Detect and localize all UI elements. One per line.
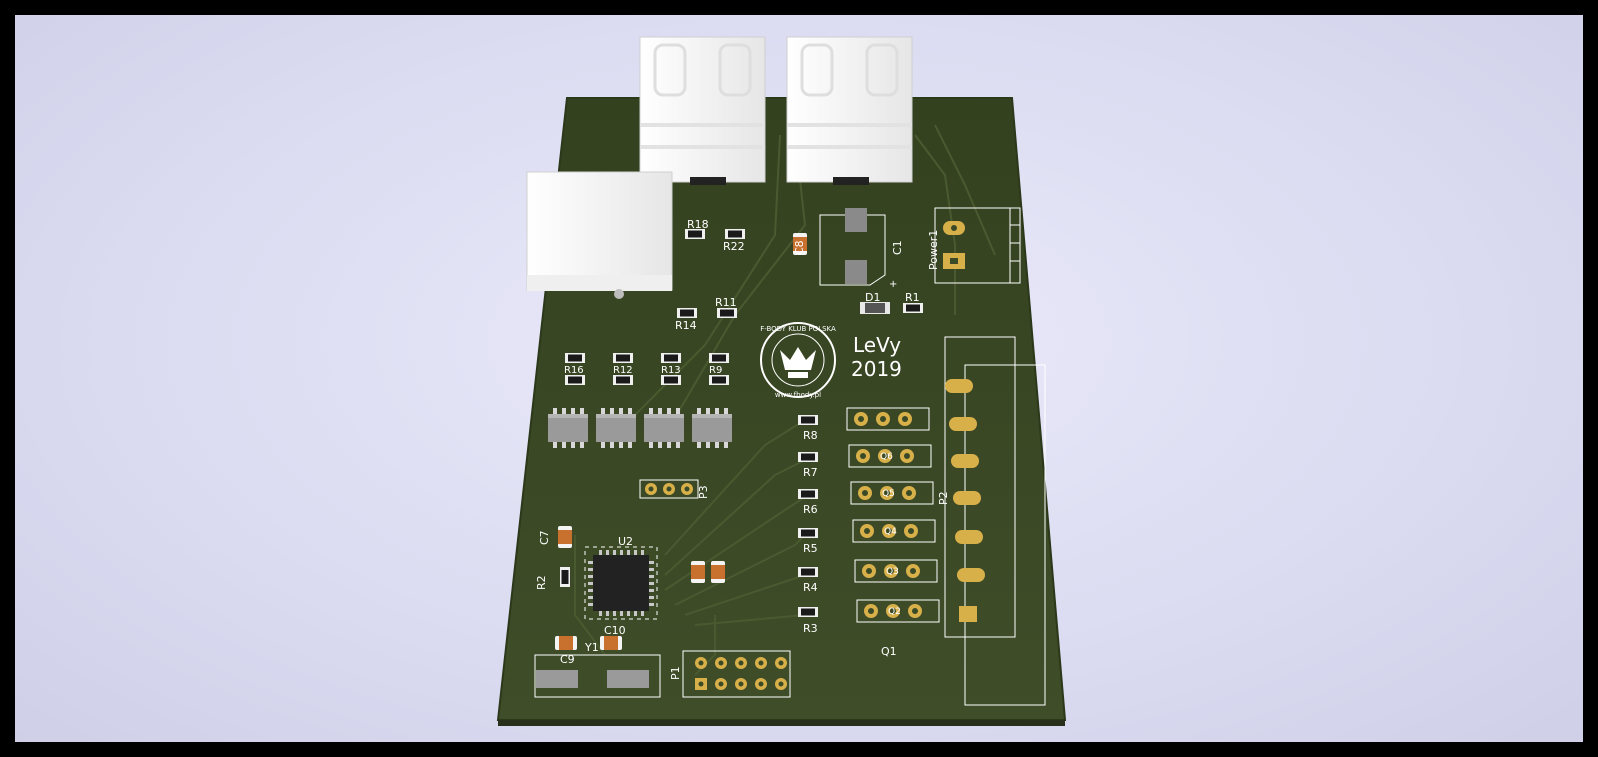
resistor-r12	[613, 353, 633, 363]
label-r12: R12	[613, 365, 633, 376]
resistor-r12b	[613, 375, 633, 385]
logo-text: F-BODY KLUB POLSKA	[760, 325, 836, 333]
logo-url: www.fbody.pl	[775, 391, 821, 399]
capacitor-c10	[600, 636, 622, 650]
label-r14: R14	[675, 319, 697, 332]
rj-connector-left	[639, 36, 766, 185]
resistor-r10	[709, 375, 729, 385]
label-u2: U2	[618, 535, 633, 548]
label-r13: R13	[661, 365, 681, 376]
resistor-r11	[717, 308, 737, 318]
label-p1: P1	[669, 666, 682, 680]
club-logo	[760, 322, 836, 398]
label-r11: R11	[715, 296, 737, 309]
label-r3: R3	[803, 622, 818, 635]
soic-ic-4	[692, 408, 732, 448]
render-viewport: R18 R22 C8 C1 + Power1 D1 R1 R14 R11 R16	[15, 15, 1583, 742]
resistor-r1	[903, 303, 923, 313]
label-r4: R4	[803, 581, 818, 594]
resistor-r7	[798, 452, 818, 462]
label-p2: P2	[937, 491, 950, 505]
resistor-r2	[560, 567, 570, 587]
label-d1: D1	[865, 291, 880, 304]
label-c8: C8	[793, 240, 806, 255]
label-q6: Q6	[880, 452, 893, 462]
resistor-r8	[798, 415, 818, 425]
label-r16: R16	[564, 365, 584, 376]
resistor-r9	[709, 353, 729, 363]
label-plus: +	[889, 279, 897, 290]
label-r2: R2	[535, 575, 548, 590]
resistor-r22	[725, 229, 745, 239]
board-year: 2019	[851, 357, 902, 381]
label-q2: Q2	[888, 607, 901, 617]
label-q1: Q1	[881, 645, 897, 658]
soic-ic-3	[644, 408, 684, 448]
rj-connector-right	[786, 36, 913, 185]
soic-ic-1	[548, 408, 588, 448]
label-r1: R1	[905, 291, 920, 304]
pcb-edge	[498, 720, 1065, 726]
capacitor-c7	[558, 526, 572, 548]
label-r18: R18	[687, 218, 709, 231]
resistor-r3	[798, 607, 818, 617]
capacitor-c9	[555, 636, 577, 650]
label-r8: R8	[803, 429, 818, 442]
label-q5: Q5	[882, 489, 895, 499]
label-r6: R6	[803, 503, 818, 516]
resistor-r13	[661, 353, 681, 363]
label-c7: C7	[538, 530, 551, 545]
resistor-r14	[677, 308, 697, 318]
capacitor-c-a	[691, 561, 705, 583]
label-q3: Q3	[886, 567, 899, 577]
capacitor-c-b	[711, 561, 725, 583]
label-r22: R22	[723, 240, 745, 253]
resistor-r15	[565, 375, 585, 385]
label-power1: Power1	[927, 230, 940, 270]
usb-connector	[526, 171, 673, 299]
microcontroller-u2	[584, 546, 658, 620]
resistor-r13b	[661, 375, 681, 385]
label-r9: R9	[709, 365, 722, 376]
resistor-r5	[798, 528, 818, 538]
soic-ic-2	[596, 408, 636, 448]
label-y1: Y1	[584, 641, 599, 654]
board-title: LeVy	[853, 333, 901, 357]
label-q4: Q4	[884, 527, 897, 537]
label-p3: P3	[697, 485, 710, 499]
label-c1: C1	[891, 240, 904, 255]
resistor-r16	[565, 353, 585, 363]
resistor-r4	[798, 567, 818, 577]
resistor-r6	[798, 489, 818, 499]
label-c10: C10	[604, 624, 626, 637]
label-r5: R5	[803, 542, 818, 555]
label-r7: R7	[803, 466, 818, 479]
